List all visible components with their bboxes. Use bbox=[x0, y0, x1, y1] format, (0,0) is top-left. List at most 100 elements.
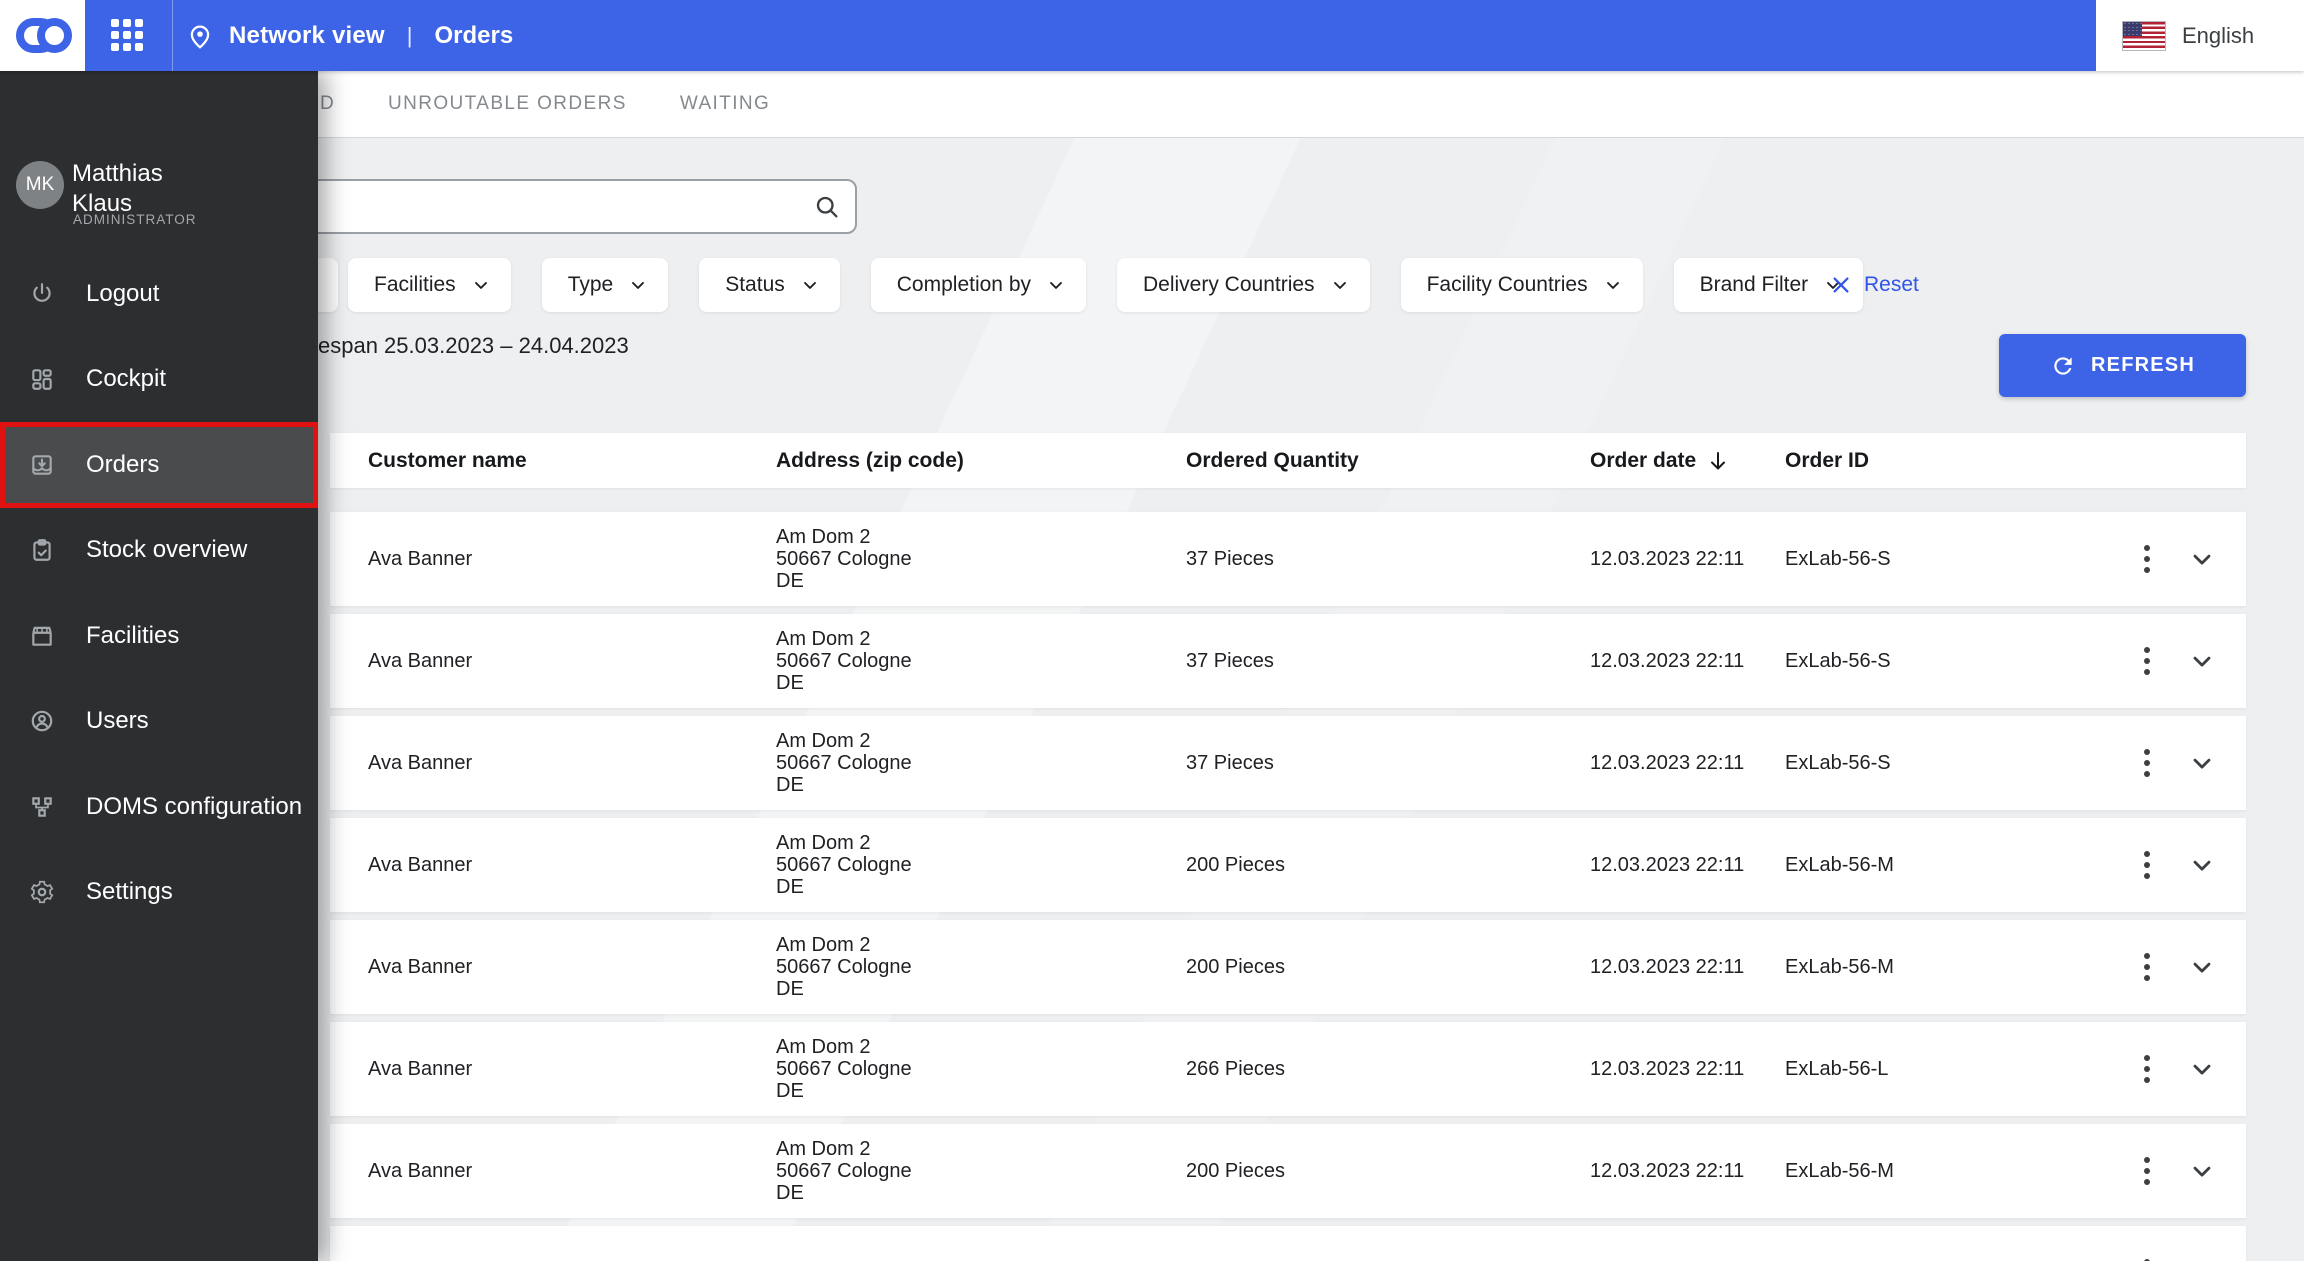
row-expand-chevron-icon[interactable] bbox=[2180, 843, 2224, 887]
sidebar-menu: Logout Cockpit Orders Stock overview Facilit… bbox=[0, 251, 318, 935]
cell-customer-name: Ava Banner bbox=[368, 1057, 473, 1080]
kebab-menu-icon[interactable] bbox=[2125, 1047, 2169, 1091]
search-box bbox=[260, 179, 857, 234]
row-expand-chevron-icon[interactable] bbox=[2180, 945, 2224, 989]
tab-waiting[interactable]: WAITING bbox=[680, 93, 770, 115]
sidebar-item-orders[interactable]: Orders bbox=[0, 422, 318, 508]
row-expand-chevron-icon[interactable] bbox=[2180, 1047, 2224, 1091]
tab-partial[interactable]: D bbox=[320, 93, 335, 115]
header-ordered-quantity[interactable]: Ordered Quantity bbox=[1186, 433, 1359, 488]
topbar-blue-section: Network view | Orders bbox=[85, 0, 2096, 71]
user-role: ADMINISTRATOR bbox=[73, 212, 197, 227]
filter-completion-by[interactable]: Completion by bbox=[870, 258, 1086, 312]
cell-ordered-quantity: 37 Pieces bbox=[1186, 547, 1274, 570]
kebab-menu-icon[interactable] bbox=[2125, 537, 2169, 581]
chevron-down-icon bbox=[1606, 282, 1619, 289]
sidebar-item-stock-overview[interactable]: Stock overview bbox=[0, 508, 318, 594]
sidebar-item-users[interactable]: Users bbox=[0, 679, 318, 765]
header-order-id[interactable]: Order ID bbox=[1785, 433, 1869, 488]
cell-order-id: ExLab-56-S bbox=[1785, 547, 1891, 570]
filter-label: Facility Countries bbox=[1426, 273, 1588, 296]
refresh-button[interactable]: REFRESH bbox=[1999, 334, 2246, 397]
sidebar-item-label: Facilities bbox=[86, 621, 180, 649]
row-expand-chevron-icon[interactable] bbox=[2180, 1149, 2224, 1193]
cell-address: Am Dom 2 50667 Cologne DE bbox=[776, 730, 912, 796]
cell-customer-name: Ava Banner bbox=[368, 955, 473, 978]
filter-delivery-countries[interactable]: Delivery Countries bbox=[1117, 258, 1370, 312]
sidebar-item-label: Users bbox=[86, 707, 149, 735]
apps-grid-icon[interactable] bbox=[111, 18, 145, 53]
cell-ordered-quantity: 266 Pieces bbox=[1186, 1057, 1285, 1080]
cell-customer-name: Ava Banner bbox=[368, 751, 473, 774]
cell-order-id: ExLab-56-S bbox=[1785, 751, 1891, 774]
table-row: Ava Banner Am Dom 2 50667 Cologne DE 200 Pie… bbox=[330, 920, 2246, 1014]
us-flag-icon bbox=[2122, 20, 2166, 51]
language-label: English bbox=[2182, 22, 2255, 48]
filter-status[interactable]: Status bbox=[699, 258, 840, 312]
row-expand-chevron-icon[interactable] bbox=[2180, 639, 2224, 683]
sidebar-item-label: Settings bbox=[86, 878, 173, 906]
cell-order-date: 12.03.2023 22:11 bbox=[1590, 853, 1745, 876]
avatar: MK bbox=[16, 161, 64, 209]
kebab-menu-icon[interactable] bbox=[2125, 639, 2169, 683]
kebab-menu-icon[interactable] bbox=[2125, 1149, 2169, 1193]
sidebar-item-settings[interactable]: Settings bbox=[0, 850, 318, 936]
chevron-down-icon bbox=[1333, 282, 1346, 289]
filter-facility-countries[interactable]: Facility Countries bbox=[1400, 258, 1643, 312]
cell-order-date: 12.03.2023 22:11 bbox=[1590, 547, 1745, 570]
table-row: Ava Banner Am Dom 2 50667 Cologne DE 266 Pie… bbox=[330, 1022, 2246, 1116]
search-icon[interactable] bbox=[799, 181, 855, 232]
tab-unroutable-orders[interactable]: UNROUTABLE ORDERS bbox=[388, 93, 627, 115]
chevron-down-icon bbox=[474, 282, 487, 289]
kebab-menu-icon[interactable] bbox=[2125, 1251, 2169, 1261]
table-row: Ava Banner Am Dom 2 50667 Cologne DE 200 Pie… bbox=[330, 1124, 2246, 1218]
reset-filters-button[interactable]: Reset bbox=[1830, 258, 1919, 312]
cell-order-date: 12.03.2023 22:11 bbox=[1590, 955, 1745, 978]
logout-button[interactable]: Logout bbox=[0, 251, 318, 337]
filter-type[interactable]: Type bbox=[541, 258, 669, 312]
refresh-icon bbox=[2054, 356, 2072, 375]
title-separator: | bbox=[406, 22, 413, 48]
topbar: Network view | Orders English bbox=[0, 0, 2304, 71]
filter-label: Status bbox=[725, 273, 785, 296]
filter-facilities[interactable]: Facilities bbox=[348, 258, 511, 312]
cell-ordered-quantity: 37 Pieces bbox=[1186, 751, 1274, 774]
cell-customer-name: Ava Banner bbox=[368, 649, 473, 672]
cell-order-id: ExLab-56-M bbox=[1785, 853, 1894, 876]
kebab-menu-icon[interactable] bbox=[2125, 843, 2169, 887]
power-icon bbox=[28, 280, 56, 308]
header-address[interactable]: Address (zip code) bbox=[776, 433, 964, 488]
header-order-date[interactable]: Order date bbox=[1590, 433, 1730, 488]
sidebar-item-doms-configuration[interactable]: DOMS configuration bbox=[0, 764, 318, 850]
header-customer-name[interactable]: Customer name bbox=[368, 433, 527, 488]
cell-order-id: ExLab-56-M bbox=[1785, 955, 1894, 978]
cell-order-id: ExLab-56-M bbox=[1785, 1159, 1894, 1182]
sidebar-item-cockpit[interactable]: Cockpit bbox=[0, 337, 318, 423]
kebab-menu-icon[interactable] bbox=[2125, 741, 2169, 785]
row-expand-chevron-icon[interactable] bbox=[2180, 537, 2224, 581]
filter-label: Type bbox=[567, 273, 614, 296]
filter-label: Brand Filter bbox=[1699, 273, 1809, 296]
cell-customer-name: Ava Banner bbox=[368, 853, 473, 876]
cell-address: Am Dom 2 50667 Cologne DE bbox=[776, 934, 912, 1000]
sort-arrow-down-icon bbox=[1711, 451, 1726, 469]
language-selector[interactable]: English bbox=[2096, 0, 2304, 71]
sidebar-item-facilities[interactable]: Facilities bbox=[0, 593, 318, 679]
table-row: Am Dom 2 bbox=[330, 1226, 2246, 1261]
cell-address: Am Dom 2 50667 Cologne DE bbox=[776, 1138, 912, 1204]
cell-ordered-quantity: 37 Pieces bbox=[1186, 649, 1274, 672]
row-expand-chevron-icon[interactable] bbox=[2180, 1251, 2224, 1261]
kebab-menu-icon[interactable] bbox=[2125, 945, 2169, 989]
sidebar-item-label: Stock overview bbox=[86, 536, 248, 564]
cell-ordered-quantity: 200 Pieces bbox=[1186, 955, 1285, 978]
table-row: Ava Banner Am Dom 2 50667 Cologne DE 37 Piec… bbox=[330, 512, 2246, 606]
tab-list: UNROUTABLE ORDERS WAITING bbox=[388, 71, 770, 137]
dashboard-icon bbox=[28, 365, 56, 393]
orders-tray-icon bbox=[28, 451, 56, 479]
search-input[interactable] bbox=[262, 181, 799, 232]
cell-address: Am Dom 2 50667 Cologne DE bbox=[776, 526, 912, 592]
user-circle-icon bbox=[28, 707, 56, 735]
gear-icon bbox=[28, 878, 56, 906]
sidebar-drawer: MK Matthias Klaus ADMINISTRATOR Logout Coc… bbox=[0, 71, 318, 1261]
row-expand-chevron-icon[interactable] bbox=[2180, 741, 2224, 785]
